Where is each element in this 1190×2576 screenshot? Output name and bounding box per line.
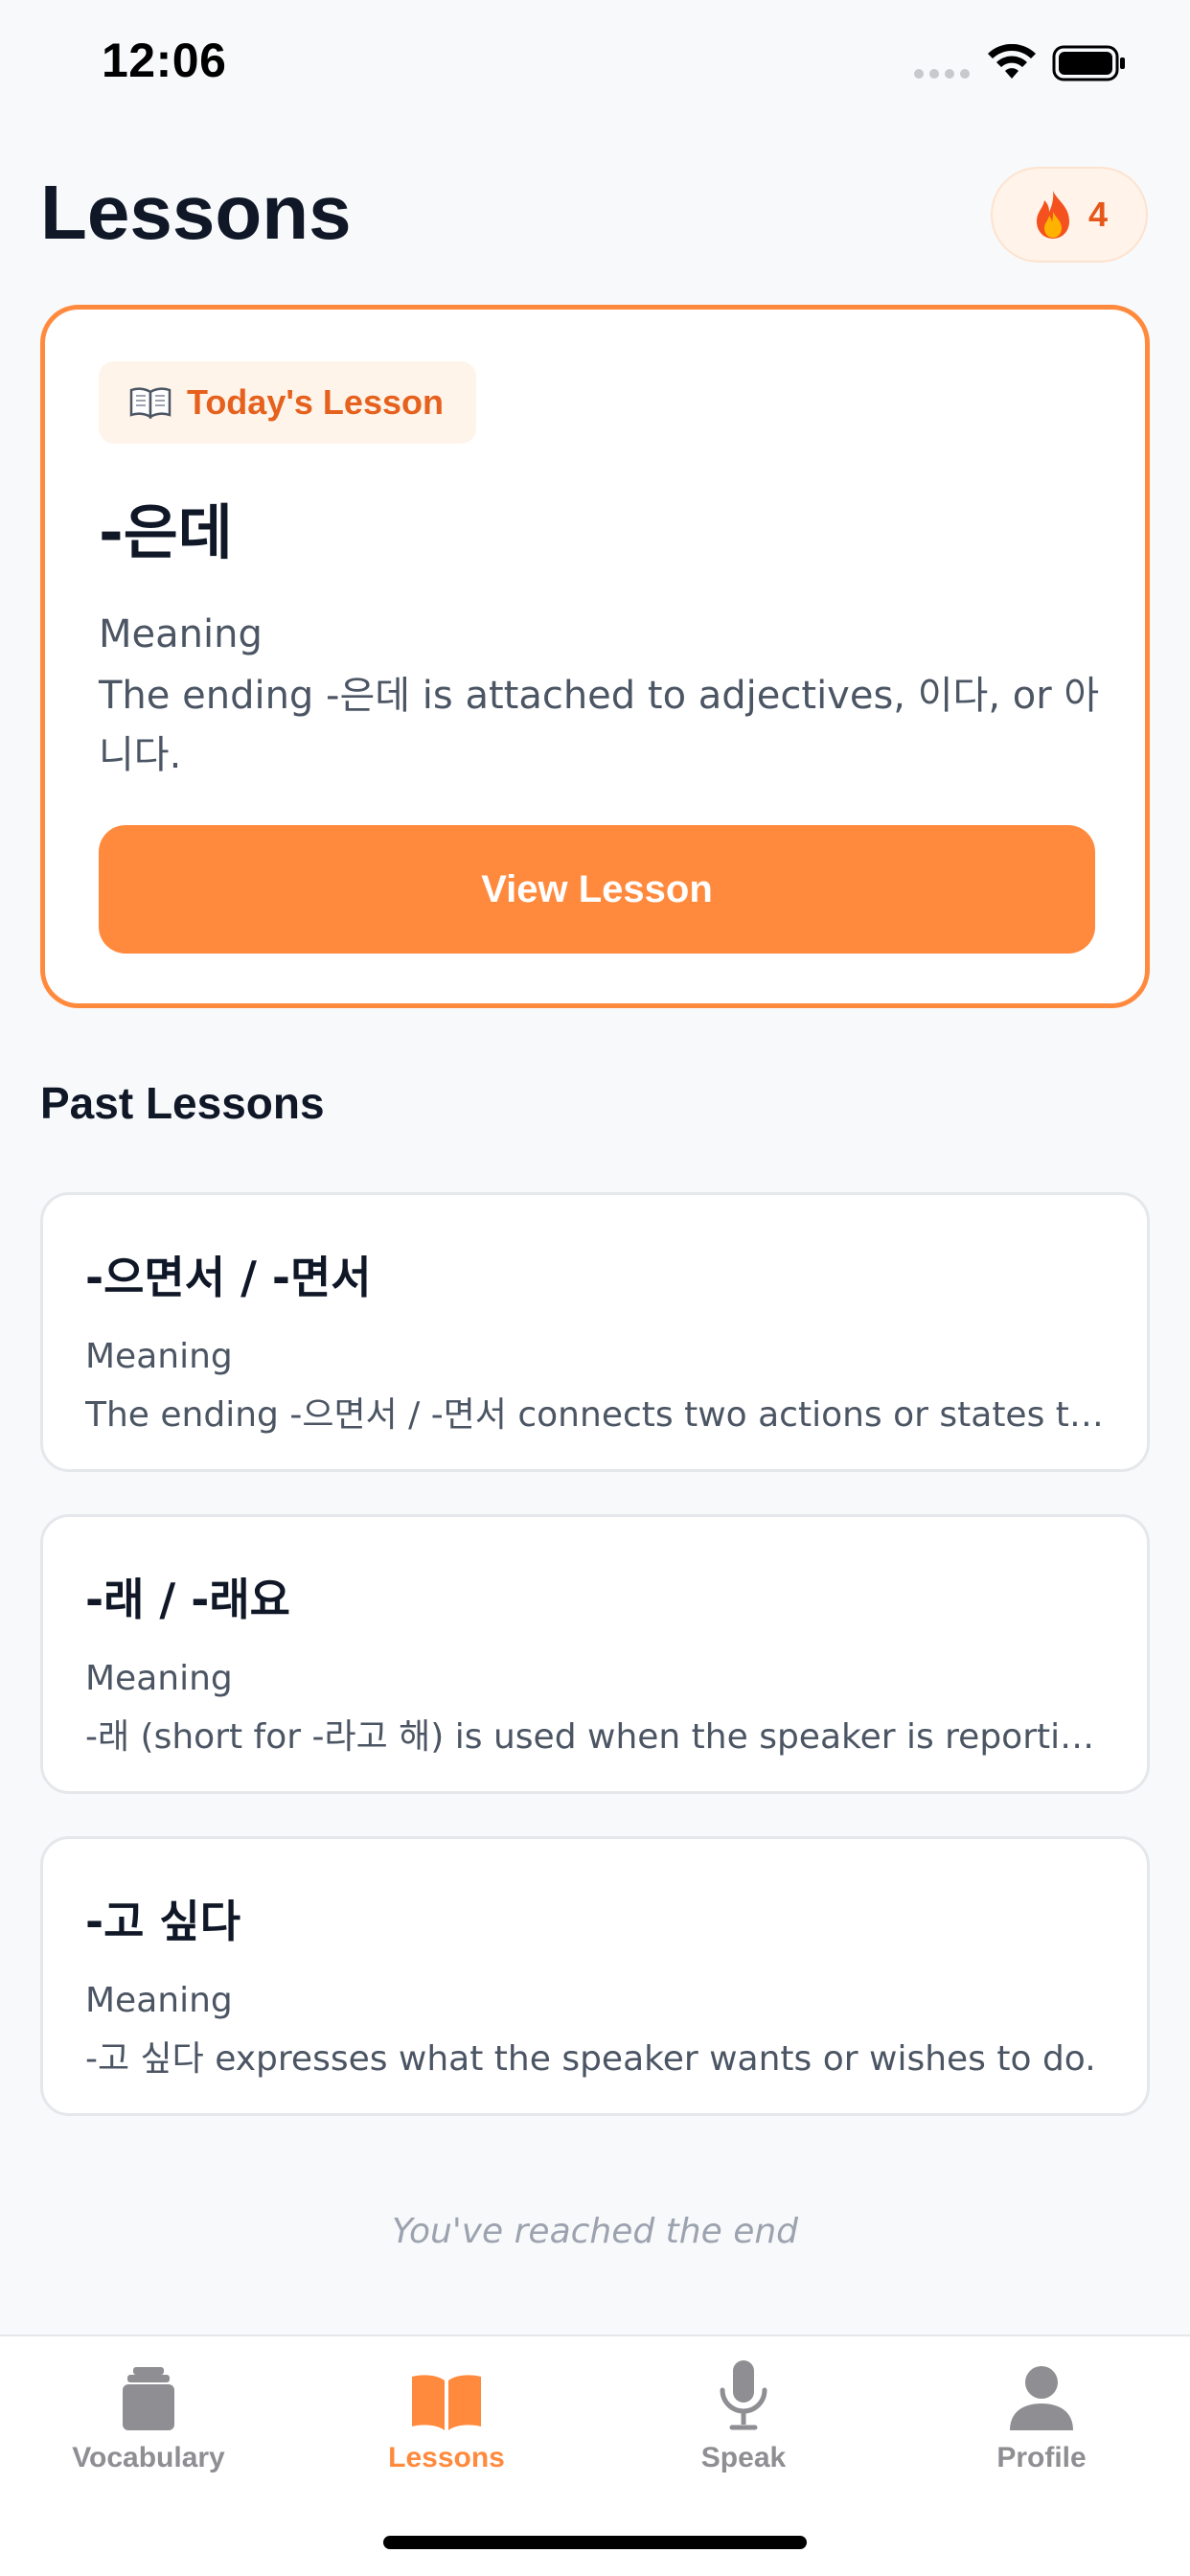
past-lesson-card[interactable]: -으면서 / -면서 Meaning The ending -으면서 / -면서… bbox=[40, 1192, 1150, 1472]
open-book-icon bbox=[129, 387, 172, 419]
tab-lessons[interactable]: Lessons bbox=[298, 2356, 595, 2499]
todays-lesson-meaning-label: Meaning bbox=[99, 612, 263, 656]
streak-count: 4 bbox=[1087, 195, 1109, 234]
streak-badge[interactable]: 4 bbox=[991, 167, 1148, 263]
past-lesson-meaning-label: Meaning bbox=[85, 1659, 233, 1698]
status-time: 12:06 bbox=[102, 34, 227, 87]
past-lesson-title: -고 싶다 bbox=[85, 1896, 241, 1947]
past-lesson-meaning-text: -고 싶다 expresses what the speaker wants o… bbox=[85, 2039, 1096, 2079]
past-lesson-meaning-text: The ending -으면서 / -면서 connects two actio… bbox=[85, 1395, 1107, 1435]
cellular-signal-icon bbox=[914, 69, 970, 79]
past-lesson-meaning-text: -래 (short for -라고 해) is used when the sp… bbox=[85, 1717, 1107, 1757]
past-lessons-heading: Past Lessons bbox=[40, 1078, 325, 1128]
past-lesson-card[interactable]: -래 / -래요 Meaning -래 (short for -라고 해) is… bbox=[40, 1514, 1150, 1794]
view-lesson-button[interactable]: View Lesson bbox=[99, 825, 1095, 954]
lessons-screen: 12:06 Lessons 4 Today's Lesson -은데 Meani… bbox=[0, 0, 1190, 2576]
todays-lesson-badge: Today's Lesson bbox=[99, 361, 476, 444]
battery-icon bbox=[1052, 45, 1125, 81]
tab-vocabulary[interactable]: Vocabulary bbox=[0, 2356, 297, 2499]
tab-profile[interactable]: Profile bbox=[893, 2356, 1190, 2499]
past-lesson-title: -으면서 / -면서 bbox=[85, 1252, 372, 1303]
tab-speak[interactable]: Speak bbox=[595, 2356, 892, 2499]
past-lesson-card[interactable]: -고 싶다 Meaning -고 싶다 expresses what the s… bbox=[40, 1836, 1150, 2116]
todays-lesson-title: -은데 bbox=[99, 497, 233, 567]
end-of-list-note: You've reached the end bbox=[391, 2212, 799, 2251]
open-book-icon bbox=[412, 2375, 481, 2430]
tab-label: Profile bbox=[996, 2442, 1087, 2473]
tab-label: Lessons bbox=[388, 2442, 505, 2473]
todays-lesson-meaning-text: The ending -은데 is attached to adjectives… bbox=[99, 674, 1100, 777]
todays-lesson-card[interactable]: Today's Lesson -은데 Meaning The ending -은… bbox=[40, 305, 1150, 1008]
past-lesson-title: -래 / -래요 bbox=[85, 1574, 290, 1625]
tab-label: Speak bbox=[700, 2442, 787, 2473]
todays-lesson-label: Today's Lesson bbox=[187, 382, 444, 422]
tab-label: Vocabulary bbox=[72, 2442, 225, 2473]
page-title: Lessons bbox=[40, 170, 352, 255]
past-lesson-meaning-label: Meaning bbox=[85, 1337, 233, 1376]
home-indicator[interactable] bbox=[383, 2536, 807, 2549]
status-bar: 12:06 bbox=[0, 0, 1190, 134]
past-lesson-meaning-label: Meaning bbox=[85, 1981, 233, 2020]
microphone-icon bbox=[720, 2360, 767, 2430]
cards-stack-icon bbox=[123, 2367, 174, 2430]
fire-icon bbox=[1036, 191, 1069, 239]
wifi-icon bbox=[988, 44, 1036, 79]
person-icon bbox=[1010, 2366, 1073, 2430]
